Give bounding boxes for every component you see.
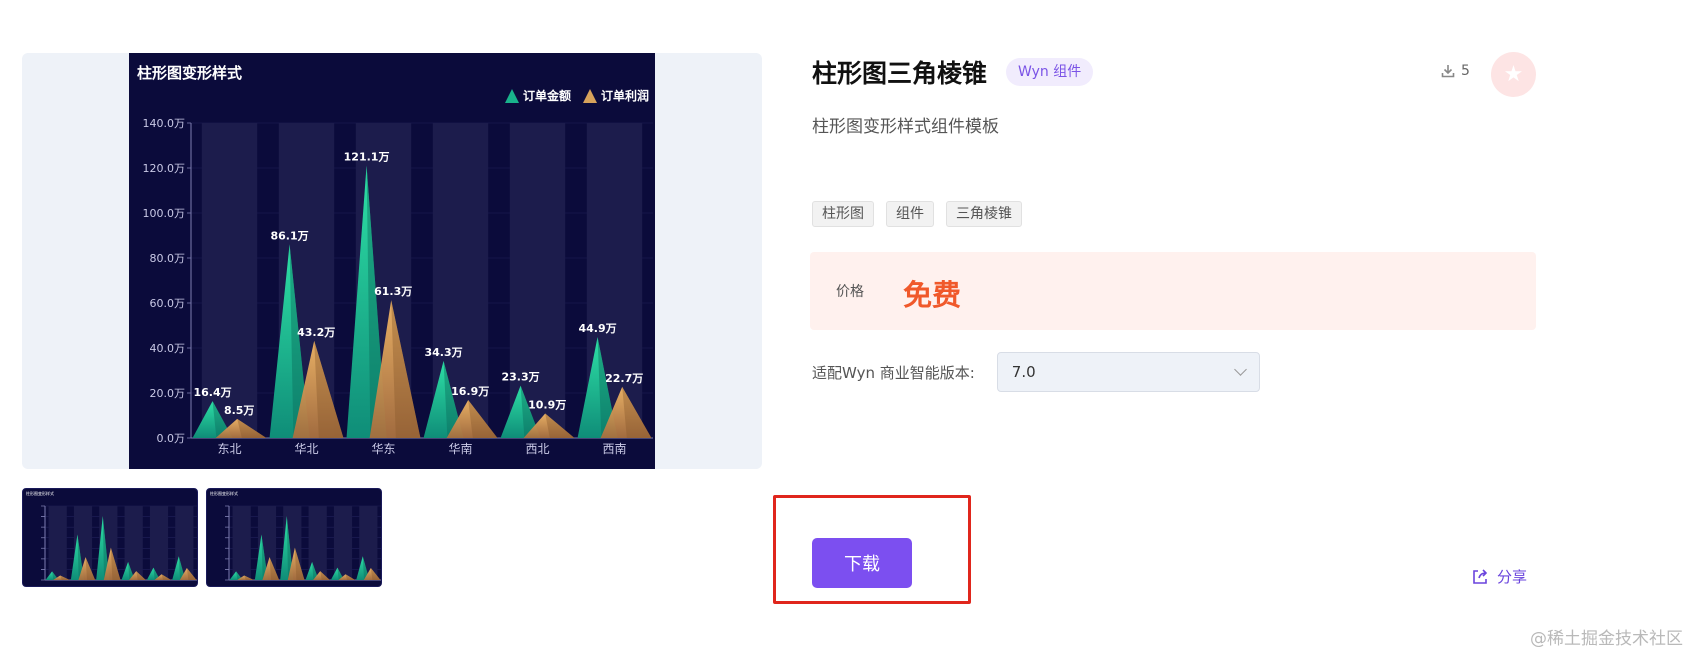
legend-amount-label: 订单金额 xyxy=(522,89,571,103)
version-select[interactable]: 7.0 xyxy=(996,352,1260,392)
thumbnail-chart: 柱形图变形样式 xyxy=(210,490,381,581)
data-label-amount: 86.1万 xyxy=(270,229,308,242)
share-button[interactable]: 分享 xyxy=(1470,566,1527,587)
column-background xyxy=(149,506,169,580)
chart-svg: 0.0万 20.0万 40.0万 60.0万 80.0万 100.0万 120.0万 140.… xyxy=(143,117,653,456)
favorite-button[interactable]: ★ xyxy=(1491,52,1536,97)
product-subtitle: 柱形图变形样式组件模板 xyxy=(812,117,999,137)
y-tick-label: 80.0万 xyxy=(150,252,186,265)
column-background xyxy=(232,506,251,580)
x-tick-label: 西南 xyxy=(602,441,626,456)
price-value: 免费 xyxy=(903,278,962,312)
x-tick-label: 西北 xyxy=(525,442,549,456)
y-tick-label: 40.0万 xyxy=(150,342,186,355)
chart-preview[interactable]: 0.0万 20.0万 40.0万 60.0万 80.0万 100.0万 120.0万 140.… xyxy=(129,53,655,469)
data-label-profit: 61.3万 xyxy=(374,285,412,298)
data-label-profit: 22.7万 xyxy=(605,372,643,385)
download-icon xyxy=(1441,65,1455,78)
legend-item-profit: 订单利润 xyxy=(582,87,649,104)
version-value: 7.0 xyxy=(1011,363,1036,381)
thumbnail-title: 柱形图变形样式 xyxy=(210,490,238,496)
download-count-value: 5 xyxy=(1461,63,1470,79)
y-tick-label: 140.0万 xyxy=(143,117,186,130)
share-label: 分享 xyxy=(1497,568,1528,586)
chart-title: 柱形图变形样式 xyxy=(137,64,243,82)
legend-amount-icon xyxy=(504,88,519,103)
y-tick-label: 120.0万 xyxy=(143,162,186,175)
data-label-amount: 121.1万 xyxy=(344,151,390,164)
version-label: 适配Wyn 商业智能版本: xyxy=(812,363,975,382)
column-background xyxy=(48,506,67,580)
data-label-amount: 44.9万 xyxy=(578,322,616,335)
share-icon xyxy=(1473,568,1488,584)
legend-profit-icon xyxy=(582,88,597,103)
x-tick-label: 华东 xyxy=(371,442,395,456)
x-tick-label: 东北 xyxy=(217,442,241,456)
x-tick-label: 华北 xyxy=(294,442,318,456)
data-label-profit: 16.9万 xyxy=(451,385,489,398)
type-badge: Wyn 组件 xyxy=(1006,58,1094,86)
tag[interactable]: 组件 xyxy=(886,201,934,227)
thumbnail-2[interactable]: 柱形图变形样式 xyxy=(206,488,382,587)
chart-legend: 订单金额 订单利润 xyxy=(504,87,649,104)
star-icon: ★ xyxy=(1503,61,1524,87)
download-button[interactable]: 下载 xyxy=(812,538,912,588)
x-tick-label: 华南 xyxy=(448,441,472,456)
data-label-profit: 8.5万 xyxy=(224,404,255,417)
data-label-amount: 34.3万 xyxy=(424,346,462,359)
data-label-profit: 43.2万 xyxy=(297,326,335,339)
data-label-amount: 23.3万 xyxy=(501,371,539,384)
tag[interactable]: 柱形图 xyxy=(812,201,874,227)
price-label: 价格 xyxy=(836,284,864,300)
y-tick-label: 0.0万 xyxy=(157,432,186,445)
version-row: 适配Wyn 商业智能版本: 7.0 xyxy=(812,352,1260,392)
y-tick-label: 20.0万 xyxy=(150,387,186,400)
legend-item-amount: 订单金额 xyxy=(504,87,571,104)
data-label-amount: 16.4万 xyxy=(193,386,231,399)
column-background xyxy=(333,506,353,580)
y-tick-label: 60.0万 xyxy=(150,297,186,310)
legend-profit-label: 订单利润 xyxy=(600,89,649,103)
tag-list: 柱形图 组件 三角棱锥 xyxy=(812,201,1022,227)
product-title: 柱形图三角棱锥 xyxy=(812,59,988,88)
column-background xyxy=(509,123,566,438)
price-box: 价格 免费 xyxy=(810,252,1536,330)
y-tick-label: 100.0万 xyxy=(143,207,186,220)
tag[interactable]: 三角棱锥 xyxy=(946,201,1022,227)
data-label-profit: 10.9万 xyxy=(528,398,566,411)
download-count: 5 xyxy=(1441,63,1470,79)
watermark: @稀土掘金技术社区 xyxy=(1530,629,1683,649)
thumbnail-1[interactable]: 柱形图变形样式 xyxy=(22,488,198,587)
thumbnail-title: 柱形图变形样式 xyxy=(26,490,54,496)
thumbnail-chart: 柱形图变形样式 xyxy=(26,490,197,581)
chevron-down-icon xyxy=(1233,363,1247,376)
